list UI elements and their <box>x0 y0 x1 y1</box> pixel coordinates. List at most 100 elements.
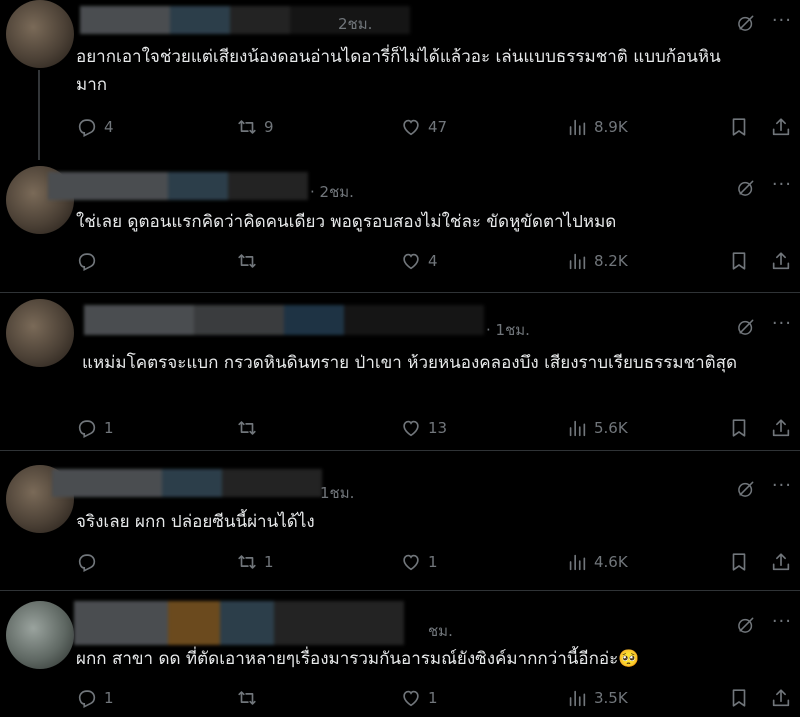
grok-icon[interactable] <box>736 615 756 635</box>
post-text: อยากเอาใจช่วยแต่เสียงน้องดอนอ่านไดอารี่ก… <box>76 47 721 95</box>
post-text: แหม่มโคตรจะแบก กรวดหินดินทราย ป่าเขา ห้ว… <box>82 353 738 373</box>
heart-icon <box>400 551 422 573</box>
timestamp[interactable]: ชม. <box>428 619 453 643</box>
share-button[interactable] <box>770 116 792 138</box>
avatar[interactable] <box>6 299 74 367</box>
views-icon <box>566 417 588 439</box>
repost-icon <box>236 116 258 138</box>
repost-button[interactable]: 1 <box>236 551 274 573</box>
repost-icon <box>236 551 258 573</box>
more-icon[interactable]: ··· <box>772 174 792 195</box>
repost-count: 1 <box>264 553 274 571</box>
share-icon <box>770 551 792 573</box>
timestamp[interactable]: · 2ชม. <box>310 180 354 204</box>
views-button[interactable]: 3.5K <box>566 687 628 709</box>
post-text: ผกก สาขา ดด ที่ตัดเอาหลายๆเรื่องมารวมกัน… <box>76 649 640 669</box>
like-count: 1 <box>428 553 438 571</box>
heart-icon <box>400 417 422 439</box>
heart-icon <box>400 250 422 272</box>
views-button[interactable]: 4.6K <box>566 551 628 573</box>
reply-count: 4 <box>104 118 114 136</box>
views-icon <box>566 116 588 138</box>
repost-count: 9 <box>264 118 274 136</box>
bookmark-button[interactable] <box>728 687 750 709</box>
avatar[interactable] <box>6 601 74 669</box>
more-icon[interactable]: ··· <box>772 10 792 31</box>
reply-icon <box>76 250 98 272</box>
share-icon <box>770 250 792 272</box>
reply-count: 1 <box>104 419 114 437</box>
action-bar: 4 8.2K <box>76 250 800 276</box>
timestamp[interactable]: 1ชม. <box>320 481 354 505</box>
share-icon <box>770 116 792 138</box>
like-button[interactable]: 47 <box>400 116 447 138</box>
bookmark-icon <box>728 250 750 272</box>
like-count: 47 <box>428 118 448 136</box>
share-button[interactable] <box>770 687 792 709</box>
reply-count: 1 <box>104 689 114 707</box>
like-button[interactable]: 1 <box>400 687 438 709</box>
post-1[interactable]: 2ชม. ··· อยากเอาใจช่วยแต่เสียงน้องดอนอ่า… <box>0 0 800 160</box>
bookmark-button[interactable] <box>728 116 750 138</box>
grok-icon[interactable] <box>736 178 756 198</box>
more-icon[interactable]: ··· <box>772 313 792 334</box>
repost-icon <box>236 250 258 272</box>
repost-button[interactable]: 9 <box>236 116 274 138</box>
share-icon <box>770 687 792 709</box>
reply-button[interactable]: 1 <box>76 687 114 709</box>
author-name-redacted <box>52 469 322 497</box>
more-icon[interactable]: ··· <box>772 475 792 496</box>
post-3[interactable]: · 1ชม. ··· แหม่มโคตรจะแบก กรวดหินดินทราย… <box>0 292 800 451</box>
like-button[interactable]: 4 <box>400 250 438 272</box>
timestamp[interactable]: 2ชม. <box>338 12 372 36</box>
post-5[interactable]: ชม. ··· ผกก สาขา ดด ที่ตัดเอาหลายๆเรื่อง… <box>0 590 800 717</box>
views-icon <box>566 250 588 272</box>
like-count: 4 <box>428 252 438 270</box>
bookmark-icon <box>728 417 750 439</box>
bookmark-icon <box>728 687 750 709</box>
grok-icon[interactable] <box>736 479 756 499</box>
heart-icon <box>400 687 422 709</box>
reply-button[interactable]: 4 <box>76 116 114 138</box>
views-icon <box>566 551 588 573</box>
repost-icon <box>236 687 258 709</box>
post-text: ใช่เลย ดูตอนแรกคิดว่าคิดคนเดียว พอดูรอบส… <box>76 212 617 232</box>
timestamp[interactable]: · 1ชม. <box>486 318 530 342</box>
view-count: 8.9K <box>594 118 628 136</box>
post-4[interactable]: 1ชม. ··· จริงเลย ผกก ปล่อยซีนนี้ผ่านได้ไ… <box>0 450 800 591</box>
like-button[interactable]: 13 <box>400 417 447 439</box>
bookmark-button[interactable] <box>728 417 750 439</box>
more-icon[interactable]: ··· <box>772 611 792 632</box>
grok-icon[interactable] <box>736 317 756 337</box>
bookmark-icon <box>728 551 750 573</box>
bookmark-button[interactable] <box>728 551 750 573</box>
share-button[interactable] <box>770 551 792 573</box>
share-button[interactable] <box>770 417 792 439</box>
like-count: 1 <box>428 689 438 707</box>
bookmark-button[interactable] <box>728 250 750 272</box>
reply-icon <box>76 687 98 709</box>
grok-icon[interactable] <box>736 13 756 33</box>
like-button[interactable]: 1 <box>400 551 438 573</box>
views-button[interactable]: 8.2K <box>566 250 628 272</box>
share-button[interactable] <box>770 250 792 272</box>
repost-button[interactable] <box>236 417 264 439</box>
repost-button[interactable] <box>236 687 264 709</box>
action-bar: 1 1 3.5K <box>76 687 800 713</box>
reply-button[interactable] <box>76 250 104 272</box>
reply-icon <box>76 417 98 439</box>
reply-button[interactable]: 1 <box>76 417 114 439</box>
heart-icon <box>400 116 422 138</box>
views-button[interactable]: 5.6K <box>566 417 628 439</box>
repost-button[interactable] <box>236 250 264 272</box>
avatar[interactable] <box>6 0 74 68</box>
bookmark-icon <box>728 116 750 138</box>
repost-icon <box>236 417 258 439</box>
views-button[interactable]: 8.9K <box>566 116 628 138</box>
reply-button[interactable] <box>76 551 104 573</box>
like-count: 13 <box>428 419 448 437</box>
view-count: 4.6K <box>594 553 628 571</box>
action-bar: 4 9 47 8.9K <box>76 116 800 142</box>
action-bar: 1 13 5.6K <box>76 417 800 443</box>
post-2[interactable]: · 2ชม. ··· ใช่เลย ดูตอนแรกคิดว่าคิดคนเดี… <box>0 160 800 292</box>
